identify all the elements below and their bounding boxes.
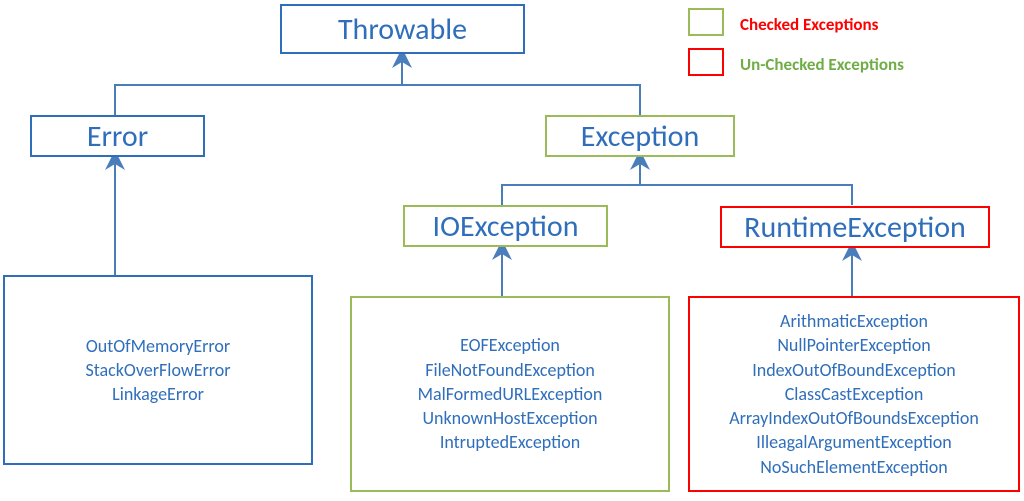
list-item: EOFException — [460, 333, 560, 357]
list-item: OutOfMemoryError — [86, 334, 230, 358]
node-exception: Exception — [545, 115, 735, 157]
list-item: IlleagalArgumentException — [756, 430, 951, 454]
legend-swatch-checked — [688, 8, 724, 36]
list-item: NullPointerException — [777, 333, 930, 357]
list-item: NoSuchElementException — [760, 455, 948, 479]
list-ioexceptions: EOFExceptionFileNotFoundExceptionMalForm… — [350, 296, 670, 492]
node-runtimeexception: RuntimeException — [720, 206, 990, 248]
legend-label-unchecked: Un-Checked Exceptions — [740, 54, 904, 75]
list-item: ArithmaticException — [780, 309, 928, 333]
node-error: Error — [30, 115, 205, 157]
diagram-root: { "legend": { "checked": "Checked Except… — [0, 0, 1024, 501]
node-throwable: Throwable — [280, 4, 525, 54]
list-item: StackOverFlowError — [85, 358, 230, 382]
list-item: ClassCastException — [785, 382, 924, 406]
list-runtimeexceptions: ArithmaticExceptionNullPointerExceptionI… — [688, 296, 1020, 492]
list-item: MalFormedURLException — [418, 382, 603, 406]
list-item: UnknownHostException — [422, 406, 597, 430]
list-item: LinkageError — [112, 382, 204, 406]
node-ioexception: IOException — [403, 205, 608, 247]
list-item: FileNotFoundException — [425, 358, 595, 382]
legend-swatch-unchecked — [688, 48, 724, 76]
list-errors: OutOfMemoryErrorStackOverFlowErrorLinkag… — [3, 275, 313, 465]
legend-label-checked: Checked Exceptions — [740, 14, 878, 35]
list-item: IntruptedException — [440, 430, 580, 454]
list-item: IndexOutOfBoundException — [752, 358, 956, 382]
list-item: ArrayIndexOutOfBoundsException — [729, 406, 979, 430]
